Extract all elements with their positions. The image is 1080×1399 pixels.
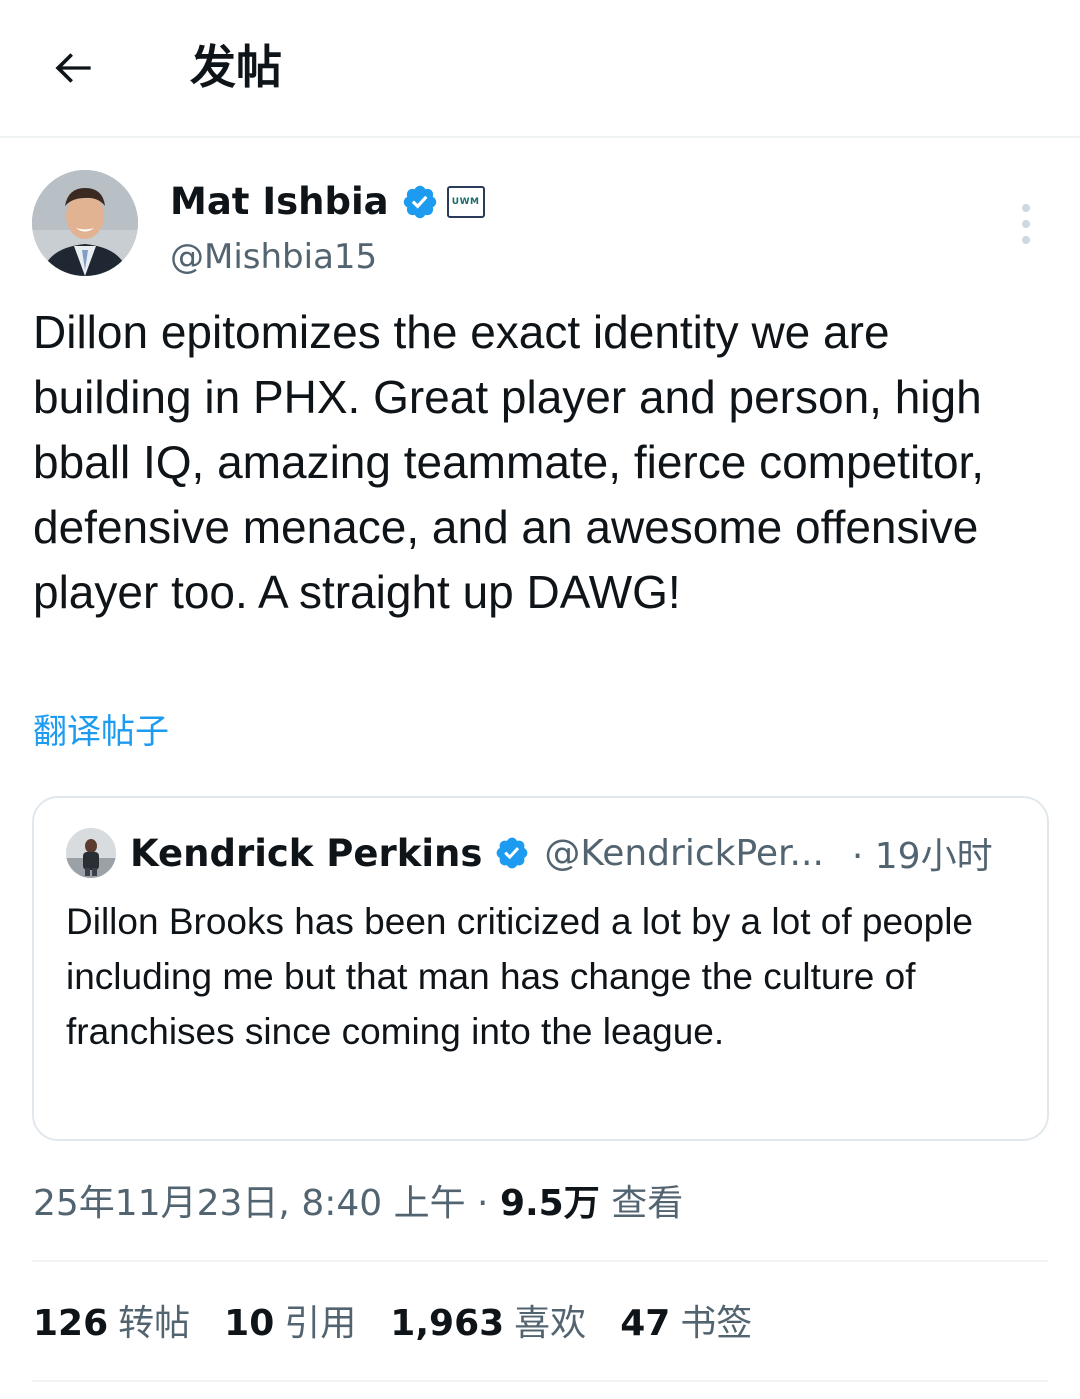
quoted-tweet-header: Kendrick Perkins @KendrickPer... · 19小时 [130,826,1030,880]
author-avatar-image [32,170,138,276]
back-button[interactable] [44,38,104,98]
retweets-label: 转帖 [118,1303,191,1344]
bookmarks-count: 47 [620,1303,671,1344]
tweet-text: Dillon epitomizes the exact identity we … [33,306,985,618]
verified-badge-icon [497,837,528,869]
more-vertical-icon [1022,204,1030,212]
tweet-author-row: Mat Ishbia UWM @Mishbia15 [0,170,1080,280]
bookmarks-label: 书签 [680,1303,753,1344]
divider [32,1380,1048,1382]
more-options-button[interactable] [1008,194,1044,254]
retweets-stat[interactable]: 126 转帖 [33,1298,190,1350]
page-title: 发帖 [190,40,282,94]
quoted-tweet-card[interactable]: Kendrick Perkins @KendrickPer... · 19小时 … [32,796,1049,1141]
quotes-count: 10 [224,1303,275,1344]
tweet-meta: 25年11月23日, 8:40 上午 · 9.5万 查看 [33,1178,683,1230]
translate-post-link[interactable]: 翻译帖子 [33,708,169,756]
quoted-tweet-text: Dillon Brooks has been criticized a lot … [66,901,974,1052]
top-app-bar: 发帖 [0,0,1080,138]
quotes-stat[interactable]: 10 引用 [224,1298,356,1350]
quoted-author-avatar [66,828,116,878]
likes-label: 喜欢 [514,1303,587,1344]
engagement-stats: 126 转帖 10 引用 1,963 喜欢 47 书签 [33,1298,786,1350]
affiliation-badge-icon[interactable]: UWM [446,186,485,218]
tweet-timestamp[interactable]: 25年11月23日, 8:40 上午 · [33,1183,489,1224]
bookmarks-stat[interactable]: 47 书签 [620,1298,752,1350]
likes-count: 1,963 [390,1303,505,1344]
quoted-tweet-time: · 19小时 [851,836,993,877]
affiliation-badge-text: UWM [451,197,480,207]
author-avatar[interactable] [32,170,138,276]
verified-badge-icon [403,185,436,219]
divider [32,1260,1048,1262]
author-display-name[interactable]: Mat Ishbia [170,176,389,228]
views-count: 9.5万 [499,1183,600,1224]
likes-stat[interactable]: 1,963 喜欢 [390,1298,586,1350]
views-label: 查看 [611,1183,684,1224]
arrow-left-icon [55,53,91,83]
author-handle[interactable]: @Mishbia15 [170,234,377,280]
quoted-author-handle: @KendrickPer... [544,832,824,874]
retweets-count: 126 [33,1303,109,1344]
author-name-line: Mat Ishbia UWM [170,176,485,228]
quotes-label: 引用 [284,1303,357,1344]
quoted-author-name: Kendrick Perkins [130,831,483,875]
